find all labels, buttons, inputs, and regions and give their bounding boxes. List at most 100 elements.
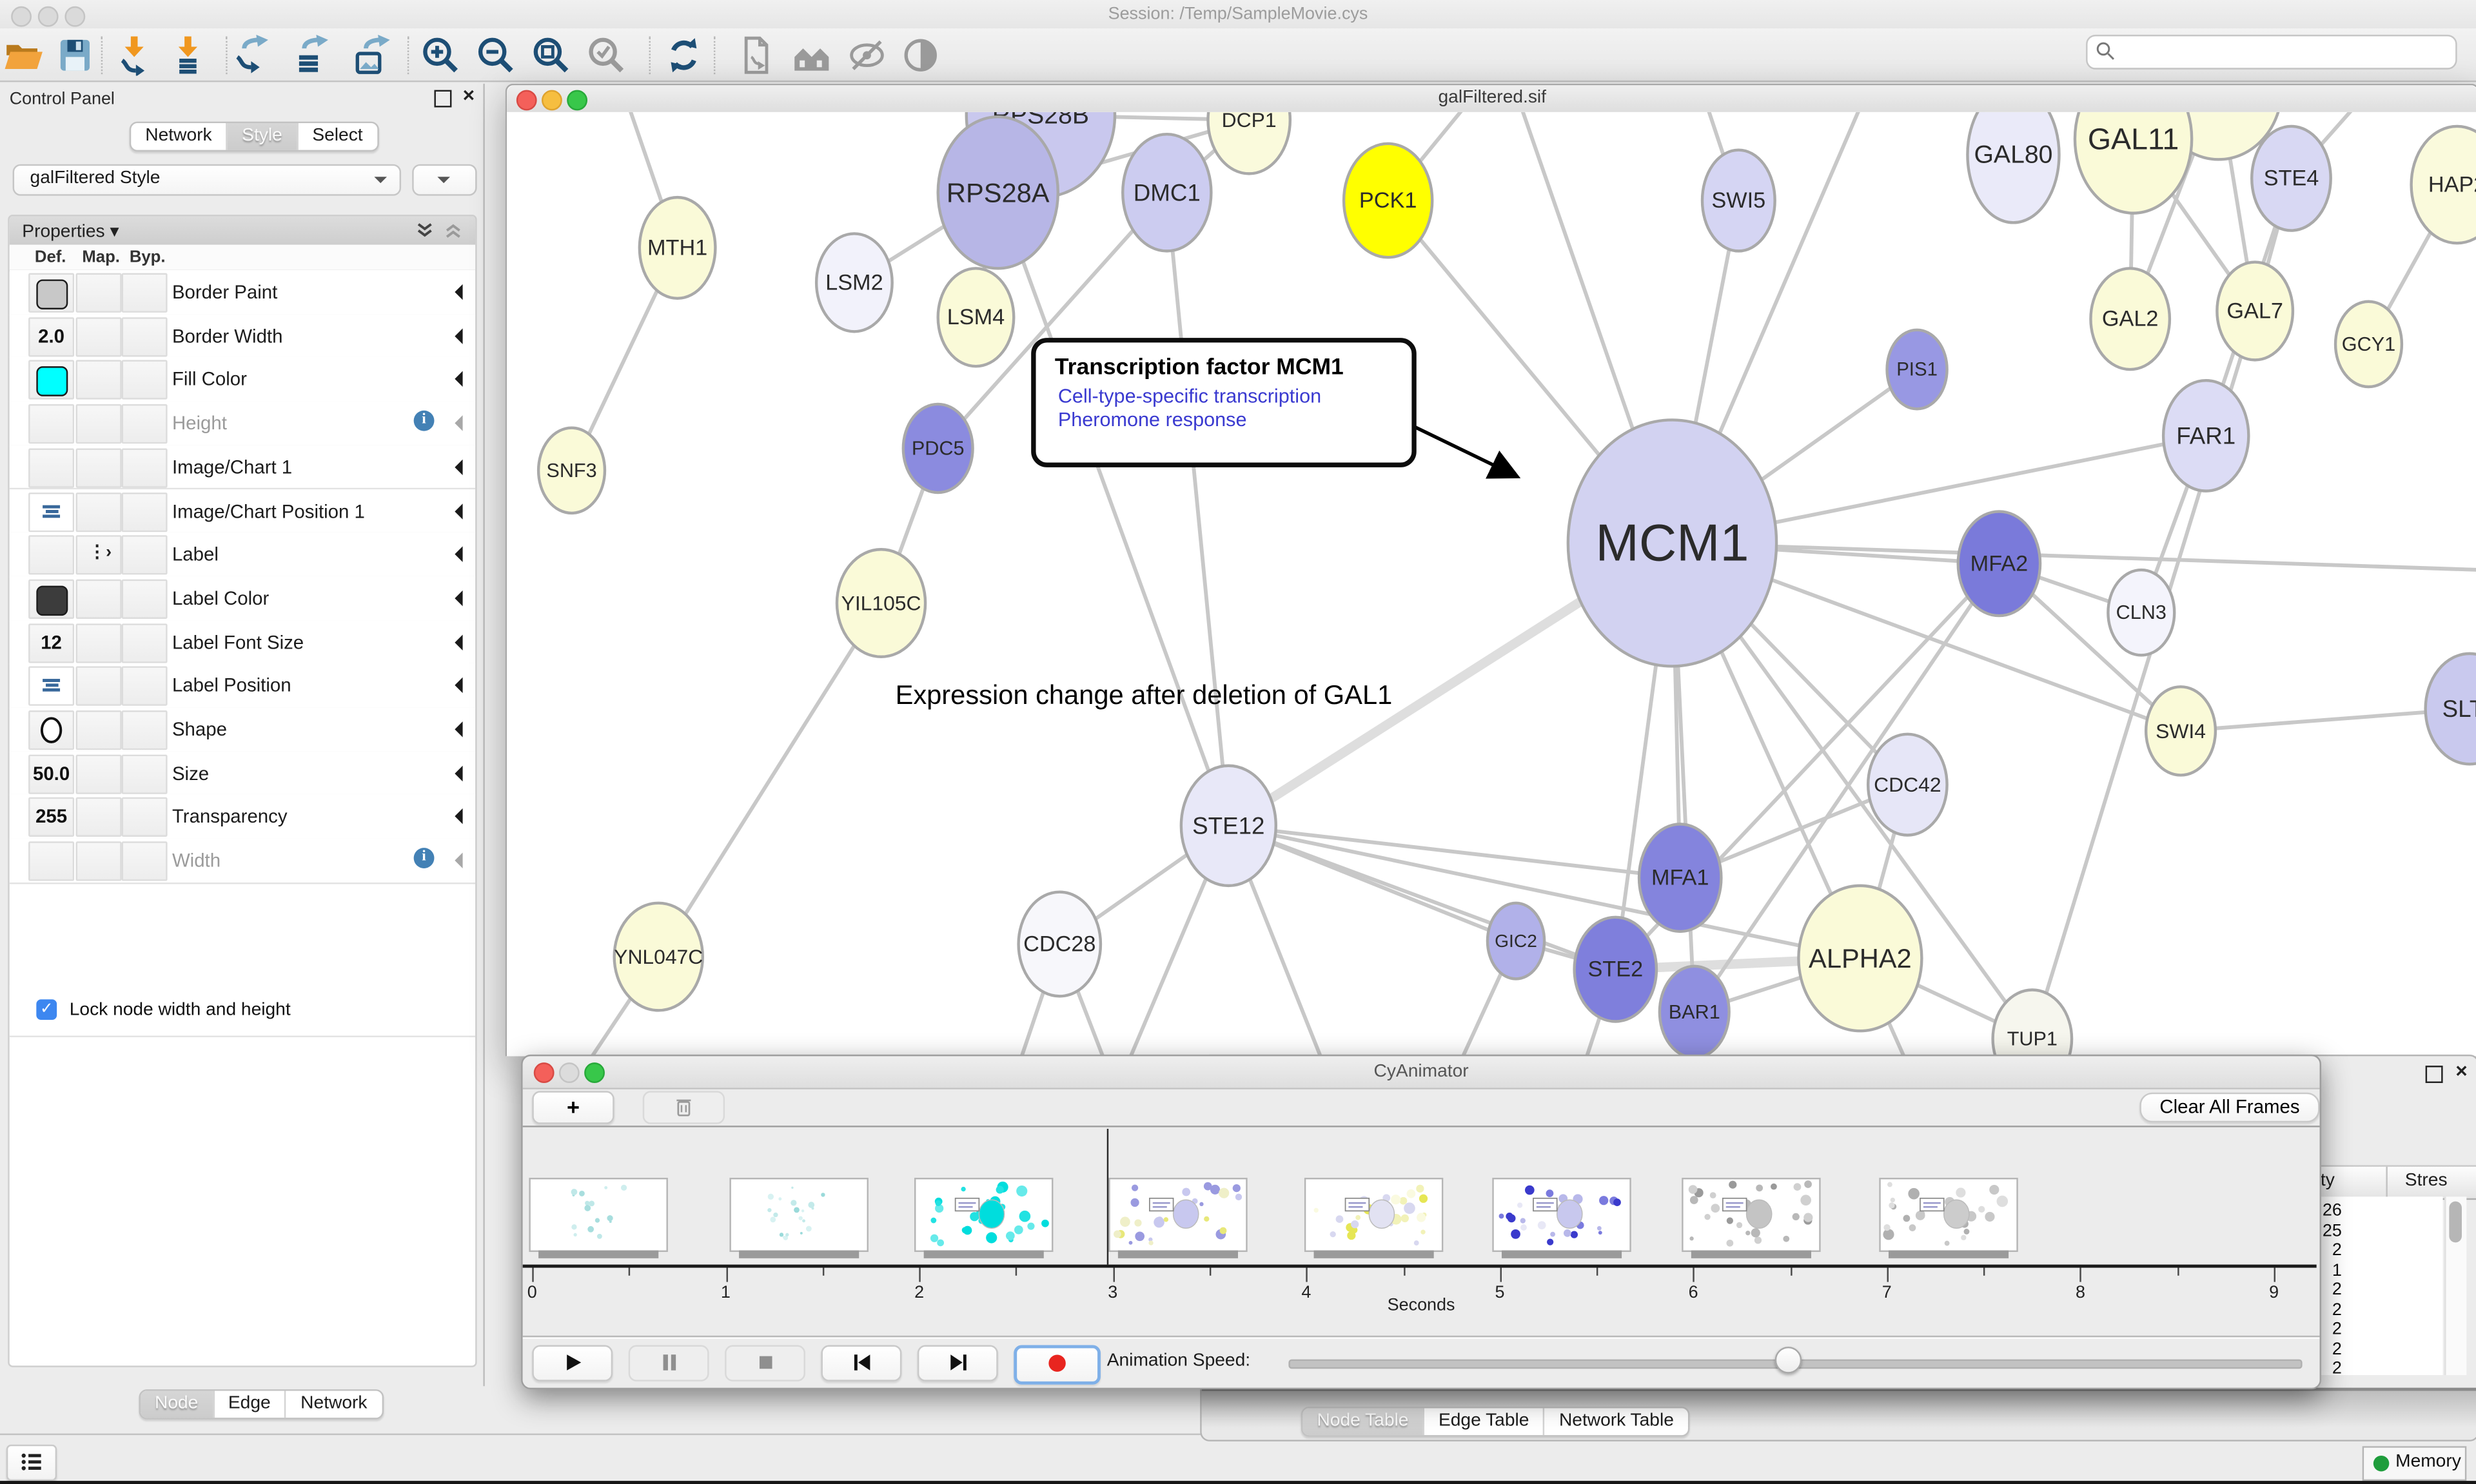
window-close-icon[interactable] <box>11 6 32 27</box>
refresh-icon[interactable] <box>663 35 705 76</box>
collapse-all-icon[interactable] <box>444 221 462 240</box>
export-network-icon[interactable] <box>231 35 272 76</box>
annotation-link[interactable]: Cell-type-specific transcription <box>1058 386 1393 407</box>
expand-arrow-icon[interactable] <box>455 415 462 431</box>
speed-slider-thumb[interactable] <box>1775 1347 1802 1374</box>
node-STE4[interactable]: STE4 <box>2252 126 2330 231</box>
memory-button[interactable]: Memory <box>2363 1446 2467 1481</box>
node-SWI4[interactable]: SWI4 <box>2146 687 2216 775</box>
node-STE12[interactable]: STE12 <box>1181 766 1276 886</box>
frame-thumbnail-8[interactable] <box>1879 1178 2018 1252</box>
node-HAP2[interactable]: HAP2 <box>2412 126 2476 243</box>
show-graphics-details-icon[interactable] <box>900 35 941 76</box>
annotation-link[interactable]: Pheromone response <box>1058 409 1393 431</box>
annotation-box[interactable]: Transcription factor MCM1 Cell-type-spec… <box>1031 338 1417 467</box>
save-session-icon[interactable] <box>54 35 95 76</box>
zoom-fit-icon[interactable] <box>531 35 572 76</box>
node-GAL80[interactable]: GAL80 <box>1967 112 2059 222</box>
node-GAL7[interactable]: GAL7 <box>2217 262 2293 360</box>
hide-graphics-details-icon[interactable] <box>847 35 888 76</box>
node-GIC2[interactable]: GIC2 <box>1488 903 1544 979</box>
cyanimator-titlebar[interactable]: CyAnimator <box>523 1056 2320 1089</box>
network-canvas[interactable]: RPS28BRPS28ADMC1DCP1PCK1MTH1LSM2LSM4SNF3… <box>507 112 2476 1056</box>
minimize-icon[interactable] <box>559 1062 580 1083</box>
node-CDC28[interactable]: CDC28 <box>1019 892 1101 997</box>
expand-arrow-icon[interactable] <box>455 328 462 344</box>
node-CDC42[interactable]: CDC42 <box>1868 734 1947 835</box>
import-table-icon[interactable] <box>168 35 209 76</box>
property-row-fill-color[interactable]: Fill Color <box>10 357 475 402</box>
tab-network[interactable]: Network <box>131 123 228 150</box>
expand-arrow-icon[interactable] <box>455 678 462 693</box>
info-icon[interactable]: i <box>414 848 435 868</box>
search-input[interactable] <box>2086 35 2457 70</box>
window-minimize-icon[interactable] <box>38 6 59 27</box>
node-DCP1[interactable]: DCP1 <box>1208 112 1290 174</box>
tab-edge[interactable]: Edge <box>214 1391 286 1418</box>
frame-thumbnail-2[interactable] <box>729 1178 869 1252</box>
node-LSM4[interactable]: LSM4 <box>938 268 1014 366</box>
node-MFA2[interactable]: MFA2 <box>1958 511 2040 616</box>
expand-arrow-icon[interactable] <box>455 591 462 606</box>
node-ALPHA2[interactable]: ALPHA2 <box>1798 886 1921 1031</box>
frame-thumbnail-7[interactable] <box>1682 1178 1821 1252</box>
import-network-icon[interactable] <box>113 35 155 76</box>
play-button[interactable] <box>532 1345 613 1381</box>
open-session-icon[interactable] <box>3 35 44 76</box>
expand-arrow-icon[interactable] <box>455 634 462 649</box>
zoom-selected-icon[interactable] <box>586 35 627 76</box>
node-PDC5[interactable]: PDC5 <box>903 404 973 493</box>
close-icon[interactable] <box>516 90 537 111</box>
timeline-playhead[interactable] <box>1107 1129 1108 1265</box>
expand-arrow-icon[interactable] <box>455 503 462 518</box>
node-SLT2[interactable]: SLT2 <box>2426 654 2476 764</box>
property-row-label-font-size[interactable]: 12Label Font Size <box>10 620 475 665</box>
close-panel-icon[interactable]: ✕ <box>462 88 476 106</box>
float-panel-icon[interactable] <box>2426 1066 2443 1083</box>
node-GAL2[interactable]: GAL2 <box>2090 268 2169 369</box>
expand-arrow-icon[interactable] <box>455 459 462 474</box>
node-LSM2[interactable]: LSM2 <box>816 233 892 331</box>
record-button[interactable] <box>1014 1345 1101 1385</box>
add-frame-button[interactable]: + <box>532 1091 614 1124</box>
close-icon[interactable] <box>534 1062 555 1083</box>
frame-thumbnail-6[interactable] <box>1492 1178 1631 1252</box>
property-row-width[interactable]: Widthi <box>10 839 475 884</box>
node-DMC1[interactable]: DMC1 <box>1123 134 1211 251</box>
frame-thumbnail-4[interactable] <box>1108 1178 1248 1252</box>
tab-edge-table[interactable]: Edge Table <box>1424 1408 1545 1435</box>
property-row-size[interactable]: 50.0Size <box>10 751 475 796</box>
expand-arrow-icon[interactable] <box>455 765 462 781</box>
expand-arrow-icon[interactable] <box>455 371 462 387</box>
stop-button[interactable] <box>725 1345 805 1381</box>
frame-thumbnail-1[interactable] <box>529 1178 668 1252</box>
node-GCY1[interactable]: GCY1 <box>2335 302 2402 387</box>
frame-thumbnail-3[interactable] <box>914 1178 1054 1252</box>
window-zoom-icon[interactable] <box>64 6 85 27</box>
node-SWI5[interactable]: SWI5 <box>1702 150 1775 251</box>
app-gallery-icon[interactable] <box>791 35 832 76</box>
lock-checkbox[interactable]: ✓ <box>36 999 57 1020</box>
zoom-icon[interactable] <box>567 90 587 111</box>
node-YNL047C[interactable]: YNL047C <box>614 903 703 1011</box>
export-table-icon[interactable] <box>291 35 332 76</box>
expand-arrow-icon[interactable] <box>455 809 462 825</box>
expand-arrow-icon[interactable] <box>455 721 462 737</box>
node-PCK1[interactable]: PCK1 <box>1344 144 1432 257</box>
expand-all-icon[interactable] <box>415 221 434 240</box>
minimize-icon[interactable] <box>542 90 562 111</box>
pause-button[interactable] <box>629 1345 709 1381</box>
node-MFA1[interactable]: MFA1 <box>1639 824 1721 932</box>
frame-thumbnail-5[interactable] <box>1304 1178 1444 1252</box>
go-to-start-button[interactable] <box>821 1345 901 1381</box>
go-to-end-button[interactable] <box>918 1345 998 1381</box>
property-row-image-chart-position-1[interactable]: Image/Chart Position 1 <box>10 489 475 534</box>
property-row-label[interactable]: ⋮›Label <box>10 532 475 578</box>
zoom-icon[interactable] <box>584 1062 605 1083</box>
property-row-label-color[interactable]: Label Color <box>10 576 475 621</box>
expand-arrow-icon[interactable] <box>455 284 462 300</box>
property-row-border-width[interactable]: 2.0Border Width <box>10 314 475 359</box>
node-CLN3[interactable]: CLN3 <box>2108 570 2174 655</box>
property-row-label-position[interactable]: Label Position <box>10 663 475 708</box>
node-STE2[interactable]: STE2 <box>1575 917 1656 1022</box>
